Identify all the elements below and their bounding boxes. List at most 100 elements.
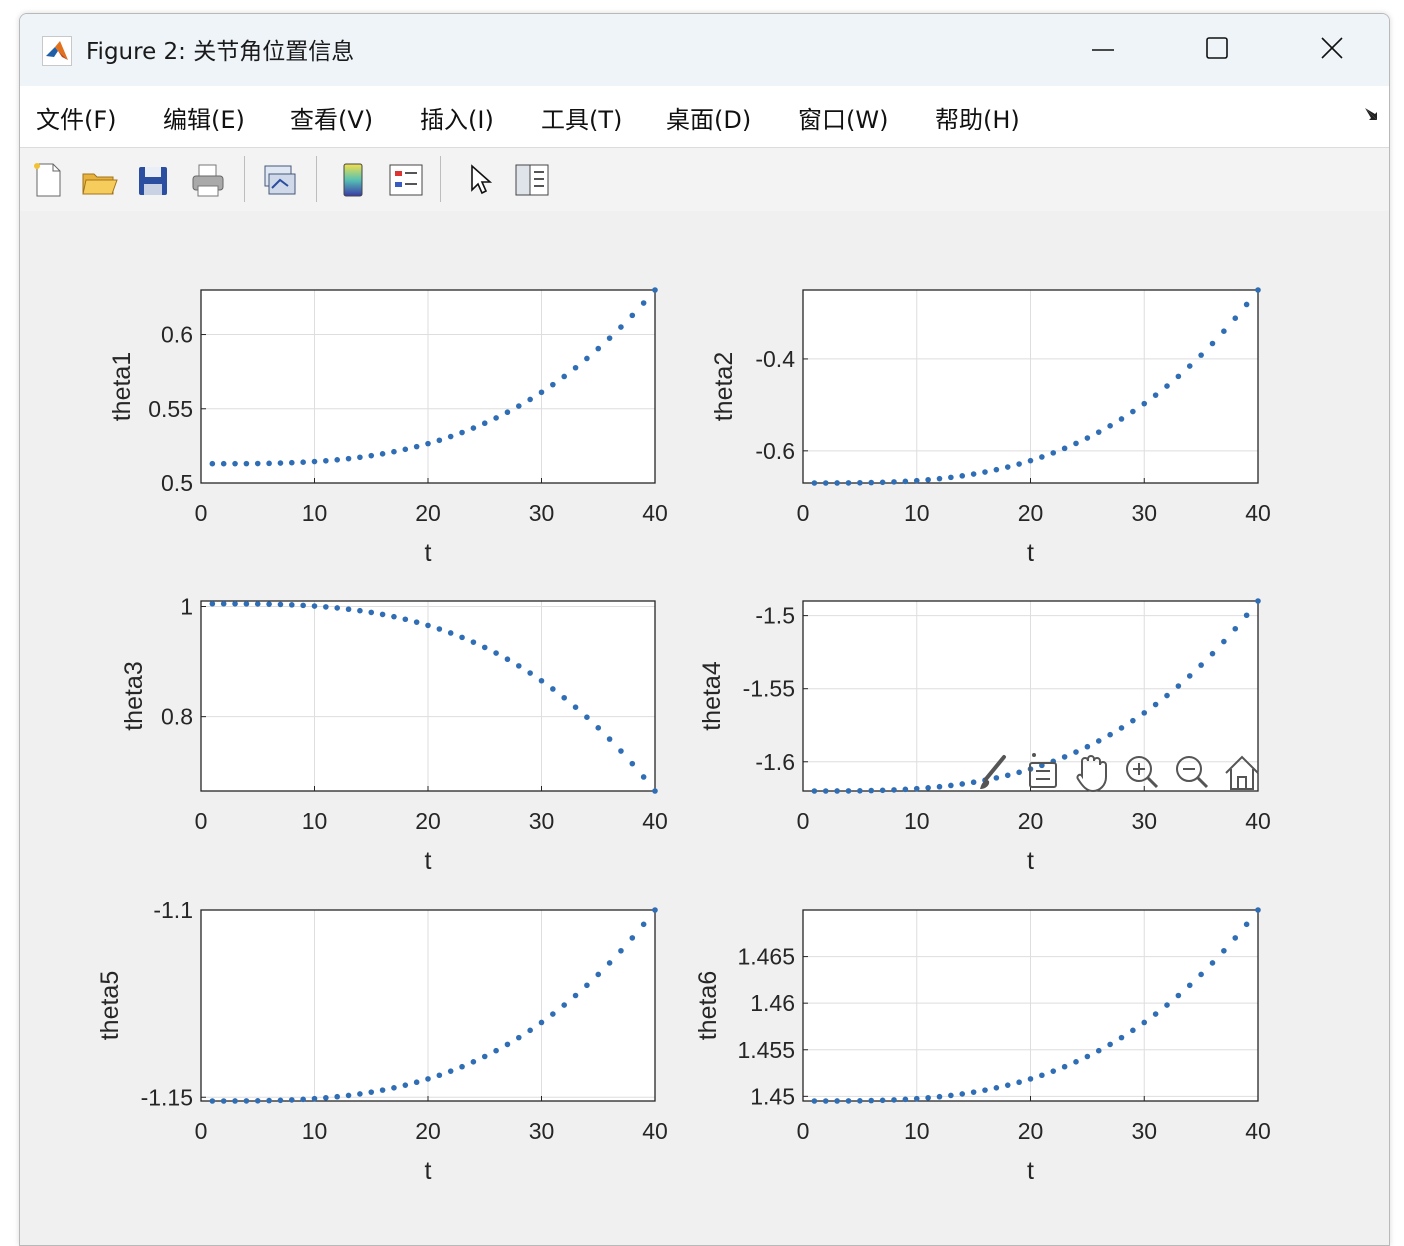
data-point — [493, 1047, 499, 1054]
property-inspector-icon[interactable] — [512, 160, 552, 200]
data-point — [527, 396, 533, 403]
x-tick-label: 10 — [302, 500, 328, 526]
y-axis-label: theta2 — [710, 352, 738, 422]
zoom-in-icon[interactable] — [1122, 751, 1162, 795]
dock-arrow-icon[interactable] — [1363, 106, 1379, 122]
menu-desktop[interactable]: 桌面(D) — [666, 100, 751, 135]
menu-help[interactable]: 帮助(H) — [935, 100, 1020, 135]
x-axis-label: t — [1027, 847, 1034, 875]
pan-icon[interactable] — [1072, 751, 1112, 795]
data-point — [1107, 731, 1113, 738]
data-point — [209, 1098, 216, 1104]
data-point — [845, 480, 852, 486]
data-point — [516, 663, 522, 669]
data-point — [425, 1076, 431, 1082]
data-point — [289, 459, 295, 466]
minimize-button[interactable] — [1054, 14, 1154, 86]
data-point — [970, 471, 977, 477]
menu-file[interactable]: 文件(F) — [36, 100, 117, 135]
y-tick-label: 1.46 — [750, 990, 795, 1016]
data-point — [913, 477, 920, 484]
x-tick-label: 20 — [415, 808, 441, 834]
data-point — [845, 1098, 852, 1104]
figure-window: Figure 2: 关节角位置信息 文件(F) 编辑(E) 查看(V) 插入(I… — [19, 13, 1390, 1246]
data-point — [868, 787, 875, 794]
save-icon[interactable] — [134, 160, 174, 200]
data-point — [345, 455, 352, 462]
data-point — [834, 788, 840, 794]
y-axis-label: theta1 — [108, 352, 136, 422]
data-point — [504, 656, 511, 663]
x-tick-label: 0 — [797, 808, 810, 834]
brush-icon[interactable] — [972, 751, 1012, 795]
data-point — [459, 429, 465, 436]
data-point — [334, 1093, 341, 1100]
close-button[interactable] — [1282, 14, 1382, 86]
data-point — [822, 480, 829, 486]
data-point — [1221, 947, 1227, 954]
subplot-theta3[interactable]: 0 10 20 30 40 0.8 1 t theta3 — [120, 594, 668, 875]
legend-icon[interactable] — [386, 160, 426, 200]
maximize-button[interactable] — [1168, 14, 1268, 86]
x-axis-label: t — [1027, 539, 1034, 567]
y-axis-label: theta6 — [694, 971, 722, 1041]
data-point — [1107, 1041, 1113, 1048]
subplot-theta2[interactable]: 0 10 20 30 40 -0.6 -0.4 t theta2 — [710, 287, 1271, 567]
x-tick-label: 30 — [529, 500, 555, 526]
data-point — [425, 622, 431, 629]
data-point — [640, 921, 647, 928]
close-icon — [1321, 37, 1343, 59]
new-figure-icon[interactable] — [28, 160, 68, 200]
menu-tools[interactable]: 工具(T) — [541, 100, 622, 135]
data-point — [1130, 408, 1136, 415]
print-icon[interactable] — [188, 160, 228, 200]
data-point — [1050, 450, 1057, 456]
data-point — [811, 788, 818, 794]
data-point — [834, 480, 840, 486]
window-title: Figure 2: 关节角位置信息 — [86, 39, 355, 65]
subplot-theta4[interactable]: 0 10 20 30 40 -1.6 -1.55 -1.5 t theta4 — [698, 598, 1271, 875]
data-point — [1198, 662, 1204, 668]
data-point — [640, 774, 647, 780]
zoom-out-icon[interactable] — [1172, 751, 1212, 795]
data-point — [550, 381, 556, 388]
data-point — [822, 1098, 829, 1104]
menu-edit[interactable]: 编辑(E) — [163, 100, 245, 135]
menu-insert[interactable]: 插入(I) — [420, 100, 494, 135]
data-point — [1118, 725, 1125, 731]
data-point — [618, 748, 624, 754]
data-point — [936, 475, 943, 482]
colorbar-icon[interactable] — [334, 160, 374, 200]
x-axis-label: t — [425, 1157, 432, 1185]
y-tick-label: 0.6 — [161, 322, 193, 348]
menu-window[interactable]: 窗口(W) — [798, 100, 888, 135]
data-point — [323, 604, 329, 610]
open-file-icon[interactable] — [80, 160, 120, 200]
data-point — [618, 324, 624, 330]
menu-view[interactable]: 查看(V) — [290, 100, 373, 135]
data-point — [595, 345, 602, 352]
figure-canvas[interactable]: 0 10 20 30 40 0.5 0.55 0.6 t theta1 0 10 20 30 40 -0.6-… — [20, 211, 1389, 1245]
x-tick-label: 20 — [1018, 1118, 1044, 1144]
subplot-theta6[interactable]: 0 10 20 30 40 1.45 1.455 1.46 1.465 t theta6 — [694, 907, 1271, 1185]
subplot-theta1[interactable]: 0 10 20 30 40 0.5 0.55 0.6 t theta1 — [108, 287, 668, 567]
data-point — [879, 479, 886, 486]
data-tips-icon[interactable] — [1022, 751, 1062, 795]
restore-view-icon[interactable] — [1222, 751, 1262, 795]
y-axis-label: theta3 — [120, 661, 148, 731]
data-point — [1130, 717, 1136, 724]
data-point — [300, 602, 306, 609]
data-point — [822, 788, 829, 794]
subplot-theta5[interactable]: 0 10 20 30 40 -1.15 -1.1 t theta5 — [96, 897, 668, 1185]
data-point — [811, 480, 818, 486]
data-point — [959, 473, 966, 479]
edit-plot-pointer-icon[interactable] — [460, 160, 500, 200]
data-point — [868, 1097, 875, 1104]
y-tick-label: -1.1 — [153, 897, 193, 923]
data-point — [470, 1059, 477, 1065]
title-bar[interactable]: Figure 2: 关节角位置信息 — [20, 14, 1389, 86]
y-tick-label: 1.455 — [737, 1037, 795, 1063]
link-plot-icon[interactable] — [260, 160, 300, 200]
data-point — [652, 287, 658, 293]
data-point — [982, 469, 988, 475]
